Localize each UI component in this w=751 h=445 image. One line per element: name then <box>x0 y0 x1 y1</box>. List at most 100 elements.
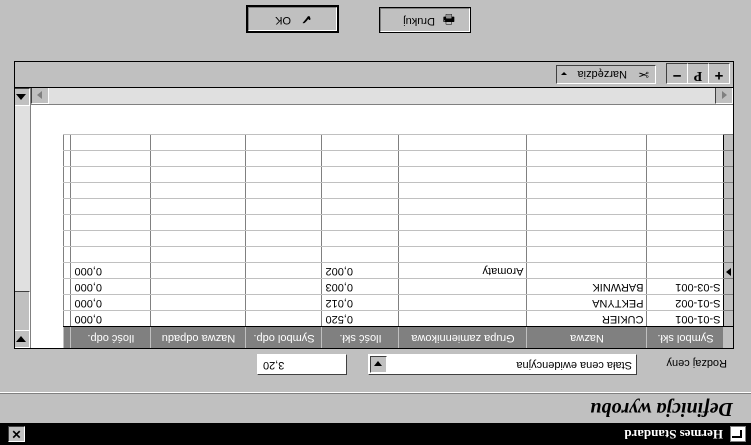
column-header[interactable]: Symbol skł. <box>647 327 724 348</box>
table-cell[interactable] <box>399 199 527 215</box>
table-cell[interactable] <box>322 135 399 151</box>
table-cell[interactable] <box>527 183 647 199</box>
table-cell[interactable] <box>647 263 724 279</box>
table-cell[interactable] <box>647 247 724 263</box>
table-cell[interactable] <box>151 135 246 151</box>
table-cell[interactable]: 0,520 <box>322 311 399 327</box>
row-indicator[interactable] <box>724 295 733 311</box>
table-cell[interactable] <box>322 199 399 215</box>
table-cell[interactable]: 0,002 <box>322 263 399 279</box>
table-row[interactable]: S-03-001 BARWNIK 0,003 0,000 <box>64 279 733 295</box>
empty-table-row[interactable] <box>64 231 733 247</box>
empty-table-row[interactable] <box>64 215 733 231</box>
row-indicator[interactable] <box>724 167 733 183</box>
table-cell[interactable] <box>64 183 71 199</box>
row-indicator[interactable] <box>724 247 733 263</box>
row-indicator[interactable] <box>724 231 733 247</box>
table-cell[interactable] <box>399 295 527 311</box>
table-cell[interactable] <box>399 311 527 327</box>
empty-table-row[interactable] <box>64 151 733 167</box>
column-header[interactable]: Nazwa odpadu <box>151 327 246 348</box>
table-cell[interactable] <box>151 199 246 215</box>
table-cell[interactable] <box>399 151 527 167</box>
table-cell[interactable] <box>246 183 322 199</box>
table-cell[interactable] <box>64 231 71 247</box>
p-button[interactable]: P <box>687 63 709 84</box>
table-cell[interactable] <box>527 135 647 151</box>
table-cell[interactable] <box>246 311 322 327</box>
add-row-button[interactable]: + <box>708 63 730 84</box>
table-cell[interactable]: 0,000 <box>71 263 151 279</box>
table-cell[interactable] <box>647 167 724 183</box>
table-cell[interactable] <box>246 151 322 167</box>
table-cell[interactable] <box>399 215 527 231</box>
table-cell[interactable]: 0,003 <box>322 279 399 295</box>
table-cell[interactable] <box>527 167 647 183</box>
row-indicator[interactable] <box>724 263 733 279</box>
table-cell[interactable] <box>246 135 322 151</box>
table-cell[interactable] <box>71 183 151 199</box>
price-type-select[interactable]: Stała cena ewidencyjna <box>368 354 637 375</box>
vertical-scroll-thumb[interactable] <box>14 291 30 331</box>
scroll-down-arrow-icon[interactable] <box>14 330 30 348</box>
table-cell[interactable]: 0,000 <box>71 279 151 295</box>
table-cell[interactable] <box>322 247 399 263</box>
row-indicator[interactable] <box>724 183 733 199</box>
table-cell[interactable] <box>322 231 399 247</box>
table-cell[interactable] <box>246 247 322 263</box>
chevron-down-icon[interactable] <box>370 356 387 373</box>
empty-table-row[interactable] <box>64 135 733 151</box>
empty-table-row[interactable] <box>64 247 733 263</box>
table-cell[interactable] <box>399 167 527 183</box>
ok-button[interactable]: ✔ OK <box>246 5 339 33</box>
table-cell[interactable]: S-01-002 <box>647 295 724 311</box>
column-header[interactable]: Nazwa <box>527 327 647 348</box>
table-cell[interactable] <box>151 151 246 167</box>
table-cell[interactable] <box>527 263 647 279</box>
column-header[interactable]: Grupa zamiennikowa <box>399 327 527 348</box>
table-cell[interactable] <box>64 135 71 151</box>
table-cell[interactable] <box>71 215 151 231</box>
table-cell[interactable] <box>527 247 647 263</box>
table-cell[interactable]: 0,012 <box>322 295 399 311</box>
column-header[interactable]: Ilość odp. <box>71 327 151 348</box>
table-cell[interactable] <box>151 167 246 183</box>
table-cell[interactable]: 0,000 <box>71 295 151 311</box>
table-cell[interactable] <box>527 151 647 167</box>
scroll-up-arrow-icon[interactable] <box>14 88 30 106</box>
remove-row-button[interactable]: − <box>666 63 688 84</box>
table-cell[interactable] <box>322 167 399 183</box>
row-indicator[interactable] <box>724 199 733 215</box>
table-cell[interactable] <box>246 215 322 231</box>
table-cell[interactable] <box>246 199 322 215</box>
table-cell[interactable] <box>151 247 246 263</box>
table-cell[interactable] <box>527 231 647 247</box>
table-cell[interactable] <box>647 199 724 215</box>
table-cell[interactable] <box>64 199 71 215</box>
table-cell[interactable] <box>71 247 151 263</box>
table-cell[interactable] <box>399 279 527 295</box>
table-cell[interactable] <box>647 183 724 199</box>
system-menu-icon[interactable] <box>730 426 746 442</box>
table-cell[interactable] <box>71 231 151 247</box>
tools-menu-button[interactable]: ✂ Narzędzia <box>556 65 656 84</box>
table-cell[interactable] <box>64 151 71 167</box>
row-indicator[interactable] <box>724 151 733 167</box>
table-cell[interactable] <box>71 199 151 215</box>
table-cell[interactable] <box>246 279 322 295</box>
table-cell[interactable] <box>151 183 246 199</box>
table-cell[interactable]: S-03-001 <box>647 279 724 295</box>
table-cell[interactable] <box>71 167 151 183</box>
table-cell[interactable] <box>647 151 724 167</box>
row-indicator[interactable] <box>724 135 733 151</box>
table-cell[interactable] <box>246 231 322 247</box>
table-cell[interactable] <box>71 135 151 151</box>
column-header[interactable]: Symbol odp. <box>246 327 322 348</box>
table-cell[interactable] <box>64 215 71 231</box>
table-cell[interactable] <box>151 311 246 327</box>
table-row[interactable]: S-01-001 CUKIER 0,520 0,000 <box>64 311 733 327</box>
column-header[interactable]: Ilość skł. <box>322 327 399 348</box>
table-cell[interactable]: Aromaty <box>399 263 527 279</box>
table-cell[interactable] <box>71 151 151 167</box>
table-cell[interactable] <box>399 183 527 199</box>
